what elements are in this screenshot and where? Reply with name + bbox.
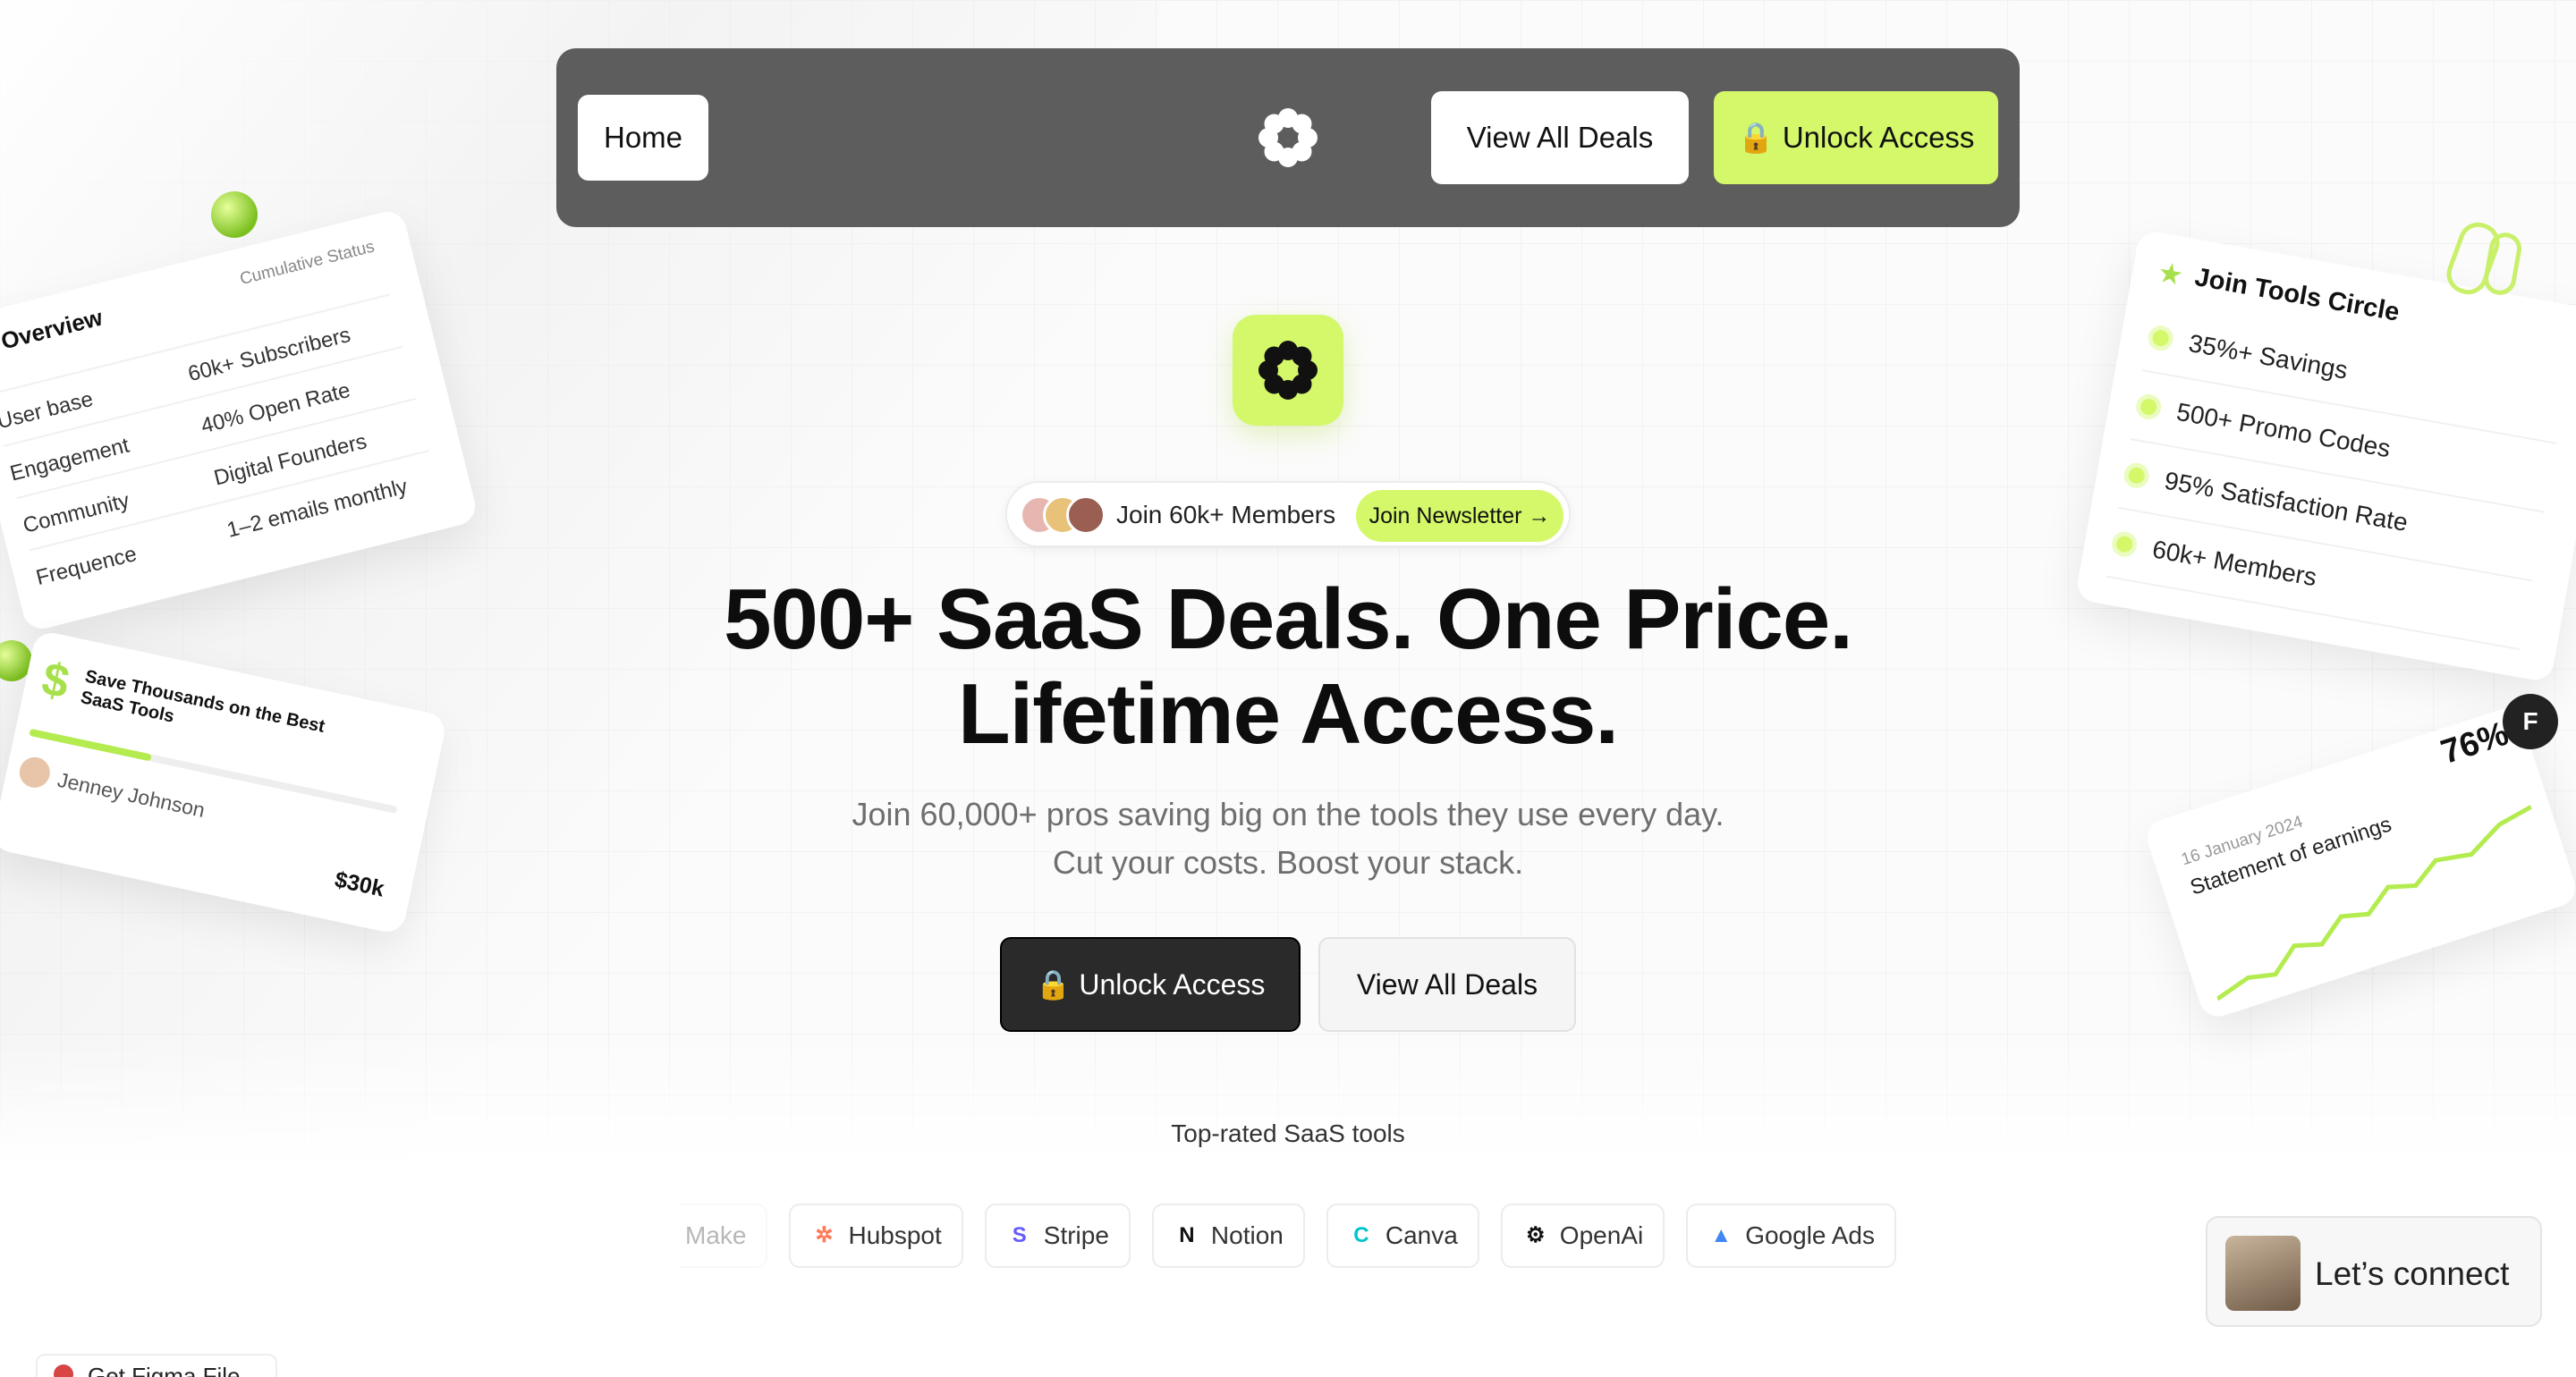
tool-chip-notion[interactable]: N Notion [1151,1204,1305,1268]
tool-chip-canva[interactable]: C Canva [1326,1204,1479,1268]
tool-chip-label: OpenAi [1559,1221,1644,1249]
stripe-icon: S [1012,1223,1027,1247]
join-newsletter-button[interactable]: Join Newsletter → [1356,490,1563,542]
hero-unlock-access-button[interactable]: 🔒 Unlock Access [1000,937,1301,1032]
bottom-fade [0,1028,2576,1377]
check-dot-icon [2122,460,2151,491]
tools-section-label: Top-rated SaaS tools [1171,1119,1405,1147]
dollar-icon: $ [37,653,74,709]
tool-chip-google-ads[interactable]: ▲ Google Ads [1686,1204,1896,1268]
unlock-access-button[interactable]: 🔒 Unlock Access [1714,91,1998,184]
overview-row-key: Frequence [33,542,140,591]
tools-track: MMake ✲ Hubspot S Stripe N Notion C Canva ⚙ OpenAi… [680,1204,1896,1268]
save-card-name: Jenney Johnson [55,767,208,823]
hero-title: 500+ SaaS Deals. One Price. Lifetime Acc… [572,572,2004,762]
overview-title: Overview [0,303,106,355]
hero-title-line1: 500+ SaaS Deals. One Price. [724,571,1853,667]
hero-title-line2: Lifetime Access. [957,666,1619,762]
tool-chip-label: Stripe [1043,1221,1109,1249]
get-figma-file-button[interactable]: Get Figma File [36,1354,277,1377]
tool-chip-label: Notion [1210,1221,1284,1249]
check-dot-icon [2109,529,2140,559]
tool-chip-label: Google Ads [1745,1221,1875,1249]
figma-label: Get Figma File [88,1363,241,1377]
brand-logo-icon[interactable] [1254,104,1322,172]
hero-view-all-deals-button[interactable]: View All Deals [1318,937,1576,1032]
members-pill: Join 60k+ Members Join Newsletter → [1005,481,1571,547]
hubspot-icon: ✲ [815,1223,834,1247]
openai-icon: ⚙ [1526,1223,1546,1247]
member-avatars [1020,495,1109,536]
tool-chip-label: Hubspot [848,1221,942,1249]
star-icon: ★ [2155,255,2187,292]
home-button[interactable]: Home [578,95,708,181]
tool-chip-stripe[interactable]: S Stripe [984,1204,1131,1268]
check-dot-icon [2146,323,2175,353]
avatar [16,754,53,791]
framer-icon: F [2503,694,2558,749]
tool-chip-label: Make [685,1221,747,1249]
tools-circle-item-label: 35%+ Savings [2186,328,2351,384]
view-all-deals-button[interactable]: View All Deals [1431,91,1689,184]
canva-icon: C [1353,1223,1369,1247]
tool-chip-label: Canva [1385,1221,1458,1249]
tool-chip-make[interactable]: MMake [680,1204,768,1268]
cumulative-status-label: Cumulative Status [238,237,377,290]
tool-chip-hubspot[interactable]: ✲ Hubspot [789,1204,963,1268]
tool-chip-openai[interactable]: ⚙ OpenAi [1500,1204,1665,1268]
tools-circle-title: Join Tools Circle [2192,263,2402,327]
save-card-amount: $30k [332,866,387,902]
hero-subtitle: Join 60,000+ pros saving big on the tool… [662,790,1914,887]
flower-logo-icon [1258,341,1318,400]
tools-marquee: MMake ✲ Hubspot S Stripe N Notion C Canva ⚙ OpenAi… [680,1204,1896,1270]
savings-progress-fill [29,728,152,762]
avatar [2225,1236,2301,1311]
avatar [1066,495,1106,535]
tools-circle-item-label: 60k+ Members [2150,535,2319,592]
top-navbar: Home View All Deals 🔒 Unlock Access [556,48,2020,227]
members-count-text: Join 60k+ Members [1116,501,1336,528]
lets-connect-button[interactable]: Let’s connect [2206,1216,2542,1327]
hero-subtitle-line1: Join 60,000+ pros saving big on the tool… [852,796,1724,832]
check-dot-icon [2133,392,2164,422]
lets-connect-label: Let’s connect [2315,1255,2510,1292]
pin-icon [54,1364,73,1377]
pushpin-icon [211,191,258,238]
hero-logo [1233,315,1343,426]
notion-icon: N [1179,1223,1195,1247]
google-ads-icon: ▲ [1710,1223,1733,1247]
hero-subtitle-line2: Cut your costs. Boost your stack. [1052,844,1524,881]
